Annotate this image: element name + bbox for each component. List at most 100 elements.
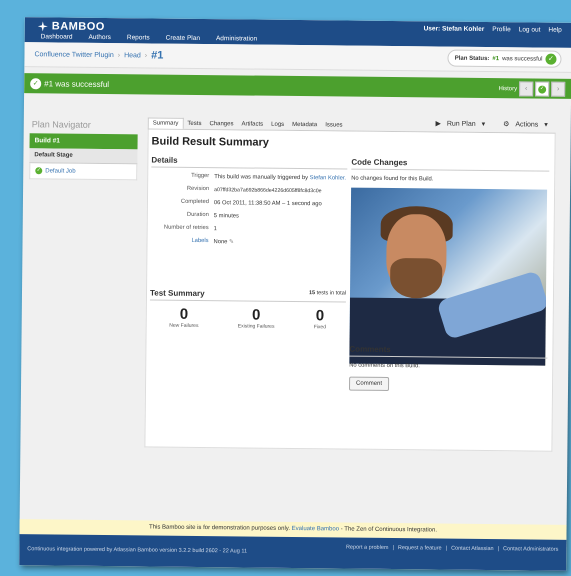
history-label: History xyxy=(498,85,518,92)
details-heading: Details xyxy=(151,155,348,170)
tab-artifacts[interactable]: Artifacts xyxy=(237,119,267,129)
plan-status-build: #1 xyxy=(492,55,500,62)
report-problem-link[interactable]: Report a problem xyxy=(346,545,389,551)
footer-links: Report a problem | Request a feature | Con… xyxy=(345,544,559,553)
existing-failures-stat: 0 Existing Failures xyxy=(237,306,275,330)
retries-value: 1 xyxy=(213,226,217,233)
code-changes-section: Code Changes No changes found for this B… xyxy=(349,157,550,366)
summary-panel: Build Result Summary Details Trigger Thi… xyxy=(144,129,556,452)
sidebar-item-stage: Default Stage xyxy=(29,148,138,165)
browser-page: BAMBOO User: Stefan Kohler Profile Log o… xyxy=(19,17,571,571)
code-changes-text: No changes found for this Build. xyxy=(351,175,434,183)
labels-text: None xyxy=(213,239,228,246)
plan-navigator-title: Plan Navigator xyxy=(31,119,91,130)
plan-status-badge[interactable]: Plan Status: #1 was successful ✓ xyxy=(447,49,562,68)
powered-by-text: Continuous integration powered by Atlass… xyxy=(27,546,248,555)
nav-authors[interactable]: Authors xyxy=(80,33,119,43)
retries-label: Number of retries xyxy=(163,224,209,232)
fixed-stat: 0 Fixed xyxy=(313,307,327,331)
nav-create-plan[interactable]: Create Plan xyxy=(158,34,208,45)
user-label[interactable]: User: Stefan Kohler xyxy=(424,25,485,33)
trigger-text: This build was manually triggered by xyxy=(214,174,309,182)
plan-navigator: Plan Navigator Build #1 Default Stage ✓ … xyxy=(29,115,138,181)
history-nav: History ‹ ✓ › xyxy=(498,81,566,97)
test-summary-header: Test Summary 15 tests in total xyxy=(149,288,347,303)
trigger-user-link[interactable]: Stefan Kohler. xyxy=(310,175,346,181)
new-failures-label: New Failures xyxy=(169,322,199,329)
duration-label: Duration xyxy=(186,211,209,219)
trigger-value: This build was manually triggered by Ste… xyxy=(214,173,347,182)
actions-label: Actions xyxy=(515,121,539,129)
breadcrumb-build: #1 xyxy=(151,49,164,62)
breadcrumb-branch[interactable]: Head xyxy=(124,52,141,59)
profile-link[interactable]: Profile xyxy=(492,26,511,33)
fixed-label: Fixed xyxy=(313,324,327,331)
footer: Continuous integration powered by Atlass… xyxy=(19,534,567,571)
sidebar-job-label: Default Job xyxy=(45,167,76,175)
run-plan-label: Run Plan xyxy=(446,120,476,128)
tab-summary[interactable]: Summary xyxy=(147,117,184,129)
test-counts: 0 New Failures 0 Existing Failures 0 Fix… xyxy=(150,305,346,331)
existing-failures-label: Existing Failures xyxy=(237,323,275,330)
help-link[interactable]: Help xyxy=(548,27,561,34)
build-result-bar: ✓ #1 was successful History ‹ ✓ › xyxy=(24,73,571,99)
photo-beard xyxy=(389,257,443,299)
revision-value: a07ffd32ba7a692b866de4226d605ff8fc8d3c0e xyxy=(214,187,322,195)
evaluate-bamboo-link[interactable]: Evaluate Bamboo xyxy=(292,526,339,532)
tab-logs[interactable]: Logs xyxy=(267,120,288,130)
breadcrumb-plan[interactable]: Confluence Twitter Plugin xyxy=(34,51,113,59)
history-current-button[interactable]: ✓ xyxy=(535,81,550,97)
success-check-icon: ✓ xyxy=(545,53,557,65)
code-changes-heading: Code Changes xyxy=(351,157,550,172)
sidebar-item-job[interactable]: ✓ Default Job xyxy=(29,163,138,181)
tab-changes[interactable]: Changes xyxy=(205,119,237,129)
new-failures-count: 0 xyxy=(179,305,189,323)
existing-failures-count: 0 xyxy=(251,306,261,324)
bamboo-logo[interactable]: BAMBOO xyxy=(37,20,105,33)
actions-button[interactable]: ⚙ Actions ▾ xyxy=(499,118,552,131)
comments-text: No comments on this Build. xyxy=(349,362,420,370)
detail-row: Revision a07ffd32ba7a692b866de4226d605ff… xyxy=(151,185,347,195)
request-feature-link[interactable]: Request a feature xyxy=(398,545,442,551)
breadcrumb-bar: Confluence Twitter Plugin › Head › #1 Pl… xyxy=(24,42,571,73)
tests-total: 15 tests in total xyxy=(309,290,346,299)
build-result-text: #1 was successful xyxy=(44,79,110,90)
tab-metadata[interactable]: Metadata xyxy=(288,120,321,130)
detail-row: Number of retries 1 xyxy=(151,224,347,234)
comment-button[interactable]: Comment xyxy=(348,376,390,391)
bamboo-logo-icon xyxy=(37,21,48,32)
portrait-photo xyxy=(349,187,548,366)
duration-value: 5 minutes xyxy=(213,213,239,220)
edit-pencil-icon[interactable]: ✎ xyxy=(229,239,234,245)
new-failures-stat: 0 New Failures xyxy=(169,305,199,329)
main-content: Summary Tests Changes Artifacts Logs Met… xyxy=(144,114,556,452)
page-title: Build Result Summary xyxy=(151,135,270,149)
comments-heading: Comments xyxy=(349,344,548,359)
logout-link[interactable]: Log out xyxy=(519,26,541,33)
tab-tests[interactable]: Tests xyxy=(183,119,205,129)
labels-label: Labels xyxy=(191,237,209,245)
completed-value: 06 Oct 2011, 11:38:50 AM – 1 second ago xyxy=(213,200,322,208)
demo-tail: - The Zen of Continuous Integration. xyxy=(340,526,438,534)
tab-issues[interactable]: Issues xyxy=(321,120,346,130)
nav-administration[interactable]: Administration xyxy=(208,34,265,45)
run-plan-button[interactable]: ▶ Run Plan ▾ xyxy=(431,117,489,130)
user-menu: User: Stefan Kohler Profile Log out Help xyxy=(424,25,562,33)
detail-row: Duration 5 minutes xyxy=(151,211,347,221)
success-check-icon: ✓ xyxy=(35,167,43,175)
action-buttons: ▶ Run Plan ▾ ⚙ Actions ▾ xyxy=(427,115,555,132)
detail-row: Labels None ✎ xyxy=(151,237,347,247)
plan-status-label: Plan Status: xyxy=(454,55,490,62)
sidebar-item-build[interactable]: Build #1 xyxy=(29,133,138,150)
breadcrumb-separator: › xyxy=(117,51,121,59)
contact-admins-link[interactable]: Contact Administrators xyxy=(503,546,558,553)
contact-atlassian-link[interactable]: Contact Atlassian xyxy=(451,546,494,552)
nav-reports[interactable]: Reports xyxy=(119,33,158,43)
completed-label: Completed xyxy=(180,198,209,206)
nav-dashboard[interactable]: Dashboard xyxy=(33,32,81,43)
labels-value: None ✎ xyxy=(213,238,346,247)
comments-section: Comments No comments on this Build. Comm… xyxy=(348,344,548,393)
history-prev-button[interactable]: ‹ xyxy=(519,81,534,97)
history-next-button[interactable]: › xyxy=(551,81,566,97)
demo-text: This Bamboo site is for demonstration pu… xyxy=(149,524,291,532)
